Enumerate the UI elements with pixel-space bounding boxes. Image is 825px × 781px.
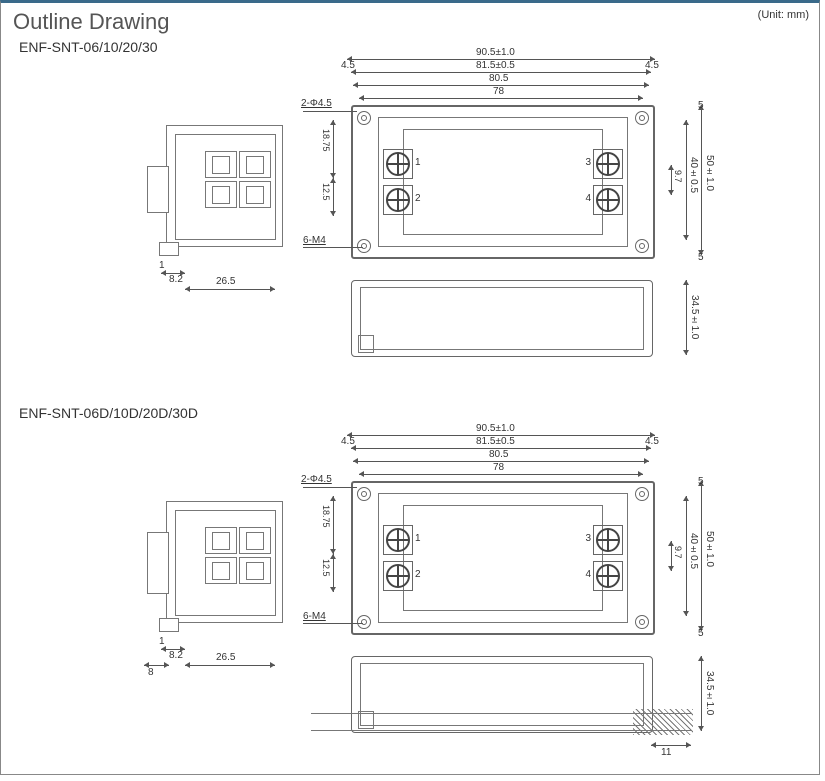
dim-end-l: 4.5	[341, 60, 355, 71]
terminal-1-b: 1	[415, 533, 421, 544]
note-screws: 6-M4	[303, 235, 326, 246]
section-title: Outline Drawing	[1, 3, 819, 39]
terminal-2-b: 2	[415, 569, 421, 580]
dim-depth-a: 34.5±1.0	[689, 295, 700, 339]
din-rail	[311, 713, 691, 731]
dim-side-x3: 26.5	[216, 276, 235, 287]
dim-end-r: 4.5	[645, 60, 659, 71]
dim-inner-h-b: 9.7	[673, 546, 683, 559]
dim-overall-w-b: 90.5±1.0	[476, 423, 515, 434]
dim-overall-w: 90.5±1.0	[476, 47, 515, 58]
model-b-label: ENF-SNT-06D/10D/20D/30D	[1, 405, 819, 421]
front-view-a	[351, 280, 653, 357]
dim-end-top: 5	[698, 100, 704, 111]
dim-overall-h-b: 50±1.0	[704, 531, 715, 567]
dim-overall-h: 50±1.0	[704, 155, 715, 191]
terminal-1: 1	[415, 157, 421, 168]
dim-term-upper: 18.75	[321, 129, 331, 152]
unit-label: (Unit: mm)	[758, 9, 809, 21]
top-view-b: 1 2 3 4	[351, 481, 655, 635]
dim-side-extra-b: 8	[148, 667, 154, 678]
terminal-2: 2	[415, 193, 421, 204]
side-view-b	[166, 501, 283, 623]
dim-inner-h: 9.7	[673, 170, 683, 183]
terminal-4: 4	[585, 193, 591, 204]
dim-side-x2-b: 8.2	[169, 650, 183, 661]
note-hole-pair: 2-Φ4.5	[301, 98, 332, 109]
side-view-a	[166, 125, 283, 247]
dim-term-lower-b: 12.5	[321, 559, 331, 577]
note-hole-pair-b: 2-Φ4.5	[301, 474, 332, 485]
dim-end-bot: 5	[698, 252, 704, 263]
dim-end-r-b: 4.5	[645, 436, 659, 447]
dim-term-lower: 12.5	[321, 183, 331, 201]
terminal-4-b: 4	[585, 569, 591, 580]
model-a-label: ENF-SNT-06/10/20/30	[1, 39, 819, 55]
top-view-a: 1 2 3 4	[351, 105, 655, 259]
dim-body-h-b: 40±0.5	[688, 533, 699, 569]
dim-rail-end: 11	[661, 747, 671, 758]
terminal-3-b: 3	[585, 533, 591, 544]
dim-end-top-b: 5	[698, 476, 704, 487]
note-screws-b: 6-M4	[303, 611, 326, 622]
drawing-a: 1 8.2 26.5 1 2 3 4 90.5±1.0 81.5±0.5 80.	[1, 55, 819, 395]
dim-body-w: 81.5±0.5	[476, 60, 515, 71]
dim-term-upper-b: 18.75	[321, 505, 331, 528]
dim-flat-w-b: 80.5	[489, 449, 508, 460]
terminal-3: 3	[585, 157, 591, 168]
dim-end-l-b: 4.5	[341, 436, 355, 447]
dim-pitch-w: 78	[493, 86, 504, 97]
dim-body-w-b: 81.5±0.5	[476, 436, 515, 447]
dim-pitch-w-b: 78	[493, 462, 504, 473]
dim-depth-b: 34.5±1.0	[704, 671, 715, 715]
dim-flat-w: 80.5	[489, 73, 508, 84]
dim-side-x2: 8.2	[169, 274, 183, 285]
drawing-b: 1 8.2 8 26.5 1 2 3 4 90.5±1.0 81.5±0.5 8…	[1, 421, 819, 781]
dim-side-x3-b: 26.5	[216, 652, 235, 663]
dim-body-h: 40±0.5	[688, 157, 699, 193]
dim-end-bot-b: 5	[698, 628, 704, 639]
